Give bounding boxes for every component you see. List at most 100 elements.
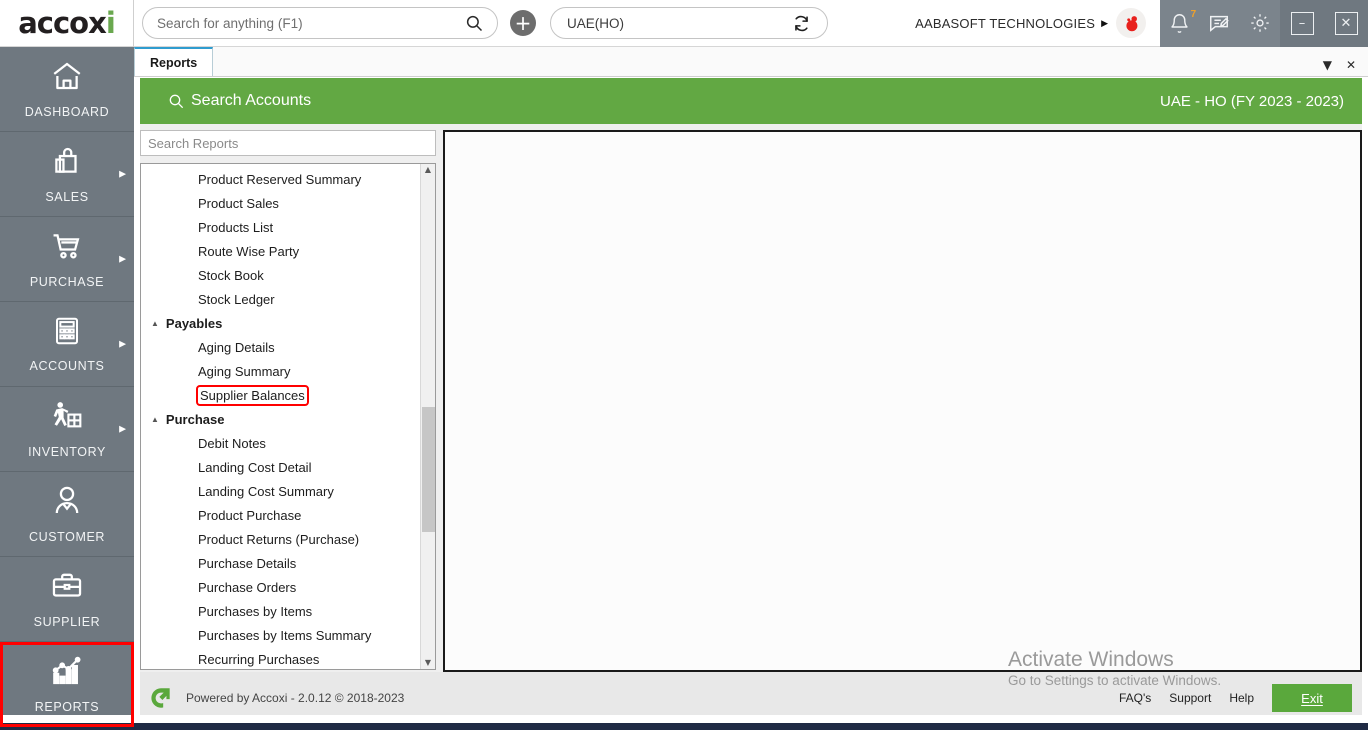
notification-badge: 7 (1190, 8, 1197, 20)
company-fy-context: UAE - HO (FY 2023 - 2023) (1160, 92, 1344, 110)
chevron-up-icon[interactable]: ▲ (151, 415, 159, 424)
chevron-up-icon[interactable]: ▲ (151, 319, 159, 328)
reports-list: Product Reserved Summary Product Sales Pro… (141, 164, 420, 669)
report-item[interactable]: Product Sales (141, 191, 420, 215)
tab-reports[interactable]: Reports (134, 47, 214, 76)
report-item-label: Product Sales (198, 195, 279, 211)
page-bottom-edge (0, 715, 1368, 723)
application-window: accoxi + UAE(HO) AABASOFT TECHNOLOGIES ▶ (0, 0, 1368, 730)
search-input[interactable] (157, 15, 465, 31)
report-item[interactable]: Stock Book (141, 263, 420, 287)
support-link[interactable]: Support (1169, 691, 1211, 705)
faq-link[interactable]: FAQ's (1119, 691, 1151, 705)
reports-group-label: Purchase (165, 411, 225, 427)
sidebar-item-dashboard[interactable]: DASHBOARD (0, 47, 134, 132)
report-item[interactable]: Purchase Details (141, 551, 420, 575)
scrollbar-thumb[interactable] (422, 407, 435, 532)
branch-value: UAE(HO) (567, 15, 624, 31)
app-logo-text: accoxi (18, 6, 116, 40)
sidebar-item-customer[interactable]: CUSTOMER (0, 472, 134, 557)
report-item[interactable]: Product Returns (Purchase) (141, 527, 420, 551)
help-link[interactable]: Help (1229, 691, 1254, 705)
organization-area[interactable]: AABASOFT TECHNOLOGIES ▶ (915, 0, 1160, 47)
reports-group-payables[interactable]: ▲ Payables (141, 311, 420, 335)
report-item[interactable]: Aging Details (141, 335, 420, 359)
settings-button[interactable] (1249, 12, 1271, 34)
tab-controls: ▼ ✕ (1323, 59, 1368, 76)
notes-button[interactable] (1208, 12, 1230, 34)
report-item-label: Product Purchase (198, 507, 302, 523)
scroll-up-arrow-icon[interactable]: ▲ (425, 166, 431, 174)
footer-links: FAQ's Support Help Exit (1119, 684, 1352, 712)
sidebar-item-inventory[interactable]: INVENTORY ▶ (0, 387, 134, 472)
sidebar: DASHBOARD SALES ▶ PURCHASE ▶ ACCOUNTS ▶ INVENTO… (0, 47, 134, 730)
report-item-label: Products List (198, 219, 274, 235)
sidebar-item-label: SALES (45, 190, 89, 204)
home-icon (50, 59, 84, 98)
report-item[interactable]: Purchase Orders (141, 575, 420, 599)
sidebar-item-reports[interactable]: REPORTS (0, 642, 134, 727)
app-logo-accent: i (105, 6, 116, 40)
sidebar-item-supplier[interactable]: SUPPLIER (0, 557, 134, 642)
exit-button[interactable]: Exit (1272, 684, 1352, 712)
tab-strip: Reports ▼ ✕ (134, 47, 1368, 77)
accoxi-arrow-icon (148, 684, 176, 712)
report-item[interactable]: Aging Summary (141, 359, 420, 383)
report-item[interactable]: Products List (141, 215, 420, 239)
system-icons: 7 (1160, 0, 1280, 47)
powered-by-text: Powered by Accoxi - 2.0.12 © 2018-2023 (186, 691, 405, 705)
scroll-down-arrow-icon[interactable]: ▼ (425, 659, 431, 667)
tab-label: Reports (150, 55, 198, 70)
report-item[interactable]: Product Purchase (141, 503, 420, 527)
add-new-button[interactable]: + (510, 10, 536, 36)
close-window-button[interactable]: ✕ (1334, 11, 1358, 35)
reports-group-label: Payables (165, 315, 223, 331)
reports-panel: Product Reserved Summary Product Sales Pro… (140, 130, 436, 672)
person-icon (50, 484, 84, 523)
report-item-label: Aging Details (198, 339, 275, 355)
report-item-label: Supplier Balances (196, 384, 309, 406)
avatar[interactable] (1116, 8, 1146, 38)
switch-branch-icon[interactable] (792, 14, 811, 33)
body-area: Product Reserved Summary Product Sales Pro… (140, 124, 1362, 672)
sidebar-item-label: DASHBOARD (24, 105, 110, 119)
branch-selector[interactable]: UAE(HO) (550, 7, 828, 39)
notifications-button[interactable]: 7 (1169, 9, 1196, 34)
report-item[interactable]: Purchases by Items (141, 599, 420, 623)
report-item[interactable]: Recurring Purchases (141, 647, 420, 669)
search-icon[interactable] (465, 14, 483, 32)
report-item[interactable]: Debit Notes (141, 431, 420, 455)
report-item-label: Purchases by Items (198, 603, 313, 619)
minimize-button[interactable]: – (1290, 11, 1314, 35)
report-item[interactable]: Supplier Balances (141, 383, 420, 407)
reports-search-input[interactable] (148, 135, 428, 151)
sidebar-item-label: SUPPLIER (33, 615, 101, 629)
chevron-down-icon[interactable]: ▼ (1323, 59, 1332, 71)
sidebar-item-label: ACCOUNTS (29, 359, 105, 373)
reports-scrollbar[interactable]: ▲ ▼ (420, 164, 435, 669)
report-item[interactable]: Purchases by Items Summary (141, 623, 420, 647)
reports-group-purchase[interactable]: ▲ Purchase (141, 407, 420, 431)
sidebar-item-sales[interactable]: SALES ▶ (0, 132, 134, 217)
report-item[interactable]: Route Wise Party (141, 239, 420, 263)
top-bar: accoxi + UAE(HO) AABASOFT TECHNOLOGIES ▶ (0, 0, 1368, 47)
sidebar-item-label: REPORTS (34, 700, 100, 714)
app-logo: accoxi (0, 0, 134, 47)
reports-search[interactable] (140, 130, 436, 156)
report-item-label: Aging Summary (198, 363, 291, 379)
report-item[interactable]: Landing Cost Detail (141, 455, 420, 479)
sidebar-item-accounts[interactable]: ACCOUNTS ▶ (0, 302, 134, 387)
sidebar-item-label: INVENTORY (28, 445, 106, 459)
chevron-right-icon: ▶ (119, 423, 126, 434)
chevron-right-icon[interactable]: ▶ (1101, 18, 1108, 29)
window-controls: – ✕ (1280, 0, 1368, 47)
report-item[interactable]: Product Reserved Summary (141, 167, 420, 191)
report-item-label: Landing Cost Summary (198, 483, 334, 499)
sidebar-item-purchase[interactable]: PURCHASE ▶ (0, 217, 134, 302)
close-icon[interactable]: ✕ (1346, 59, 1356, 71)
page-title: Search Accounts (191, 92, 312, 109)
report-item[interactable]: Landing Cost Summary (141, 479, 420, 503)
global-search[interactable] (142, 7, 498, 39)
report-item[interactable]: Stock Ledger (141, 287, 420, 311)
desktop-strip (0, 723, 1368, 730)
